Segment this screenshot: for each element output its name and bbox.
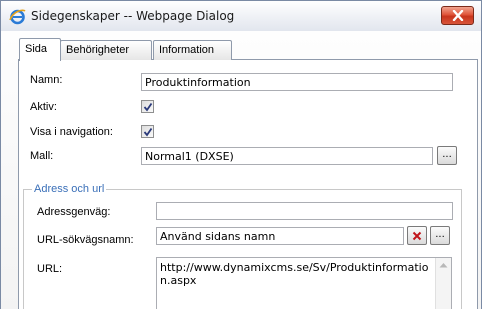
- visa-i-navigation-checkbox[interactable]: [141, 125, 154, 138]
- tab-sida[interactable]: Sida: [19, 38, 61, 61]
- namn-field[interactable]: Produktinformation: [141, 73, 453, 91]
- url-label: URL:: [37, 263, 63, 275]
- tab-information[interactable]: Information: [153, 40, 232, 60]
- aktiv-label: Aktiv:: [30, 101, 57, 113]
- url-sokvagsnamn-label: URL-sökvägsnamn:: [37, 234, 134, 246]
- url-textarea[interactable]: http://www.dynamixcms.se/Sv/Produktinfor…: [156, 257, 452, 309]
- visa-i-navigation-label: Visa i navigation:: [30, 126, 113, 138]
- url-scrollbar[interactable]: [435, 258, 451, 309]
- address-legend: Adress och url: [32, 183, 107, 195]
- url-sokvagsnamn-field[interactable]: Använd sidans namn: [156, 227, 404, 245]
- mall-browse-button[interactable]: ...: [437, 146, 457, 165]
- mall-field[interactable]: Normal1 (DXSE): [141, 147, 433, 165]
- red-x-icon: [412, 231, 422, 240]
- tab-behorigheter[interactable]: Behörigheter: [60, 40, 152, 60]
- namn-label: Namn:: [30, 74, 63, 86]
- title-bar[interactable]: Sidegenskaper -- Webpage Dialog: [1, 1, 481, 31]
- checkmark-icon: [143, 127, 153, 137]
- close-icon: [452, 10, 463, 21]
- aktiv-checkbox[interactable]: [141, 100, 154, 113]
- ie-icon: [9, 8, 26, 25]
- url-value: http://www.dynamixcms.se/Sv/Produktinfor…: [160, 261, 429, 287]
- scroll-up-arrow-icon[interactable]: [439, 262, 448, 268]
- checkmark-icon: [143, 102, 153, 112]
- adressgenvag-label: Adressgenväg:: [37, 206, 111, 218]
- clear-url-name-button[interactable]: [407, 226, 427, 245]
- adressgenvag-field[interactable]: [156, 202, 453, 220]
- dialog-window: Sidegenskaper -- Webpage Dialog Sida Beh…: [0, 0, 482, 309]
- url-name-browse-button[interactable]: ...: [430, 226, 450, 245]
- window-title: Sidegenskaper -- Webpage Dialog: [31, 9, 235, 23]
- close-button[interactable]: [441, 6, 474, 25]
- mall-label: Mall:: [30, 150, 54, 162]
